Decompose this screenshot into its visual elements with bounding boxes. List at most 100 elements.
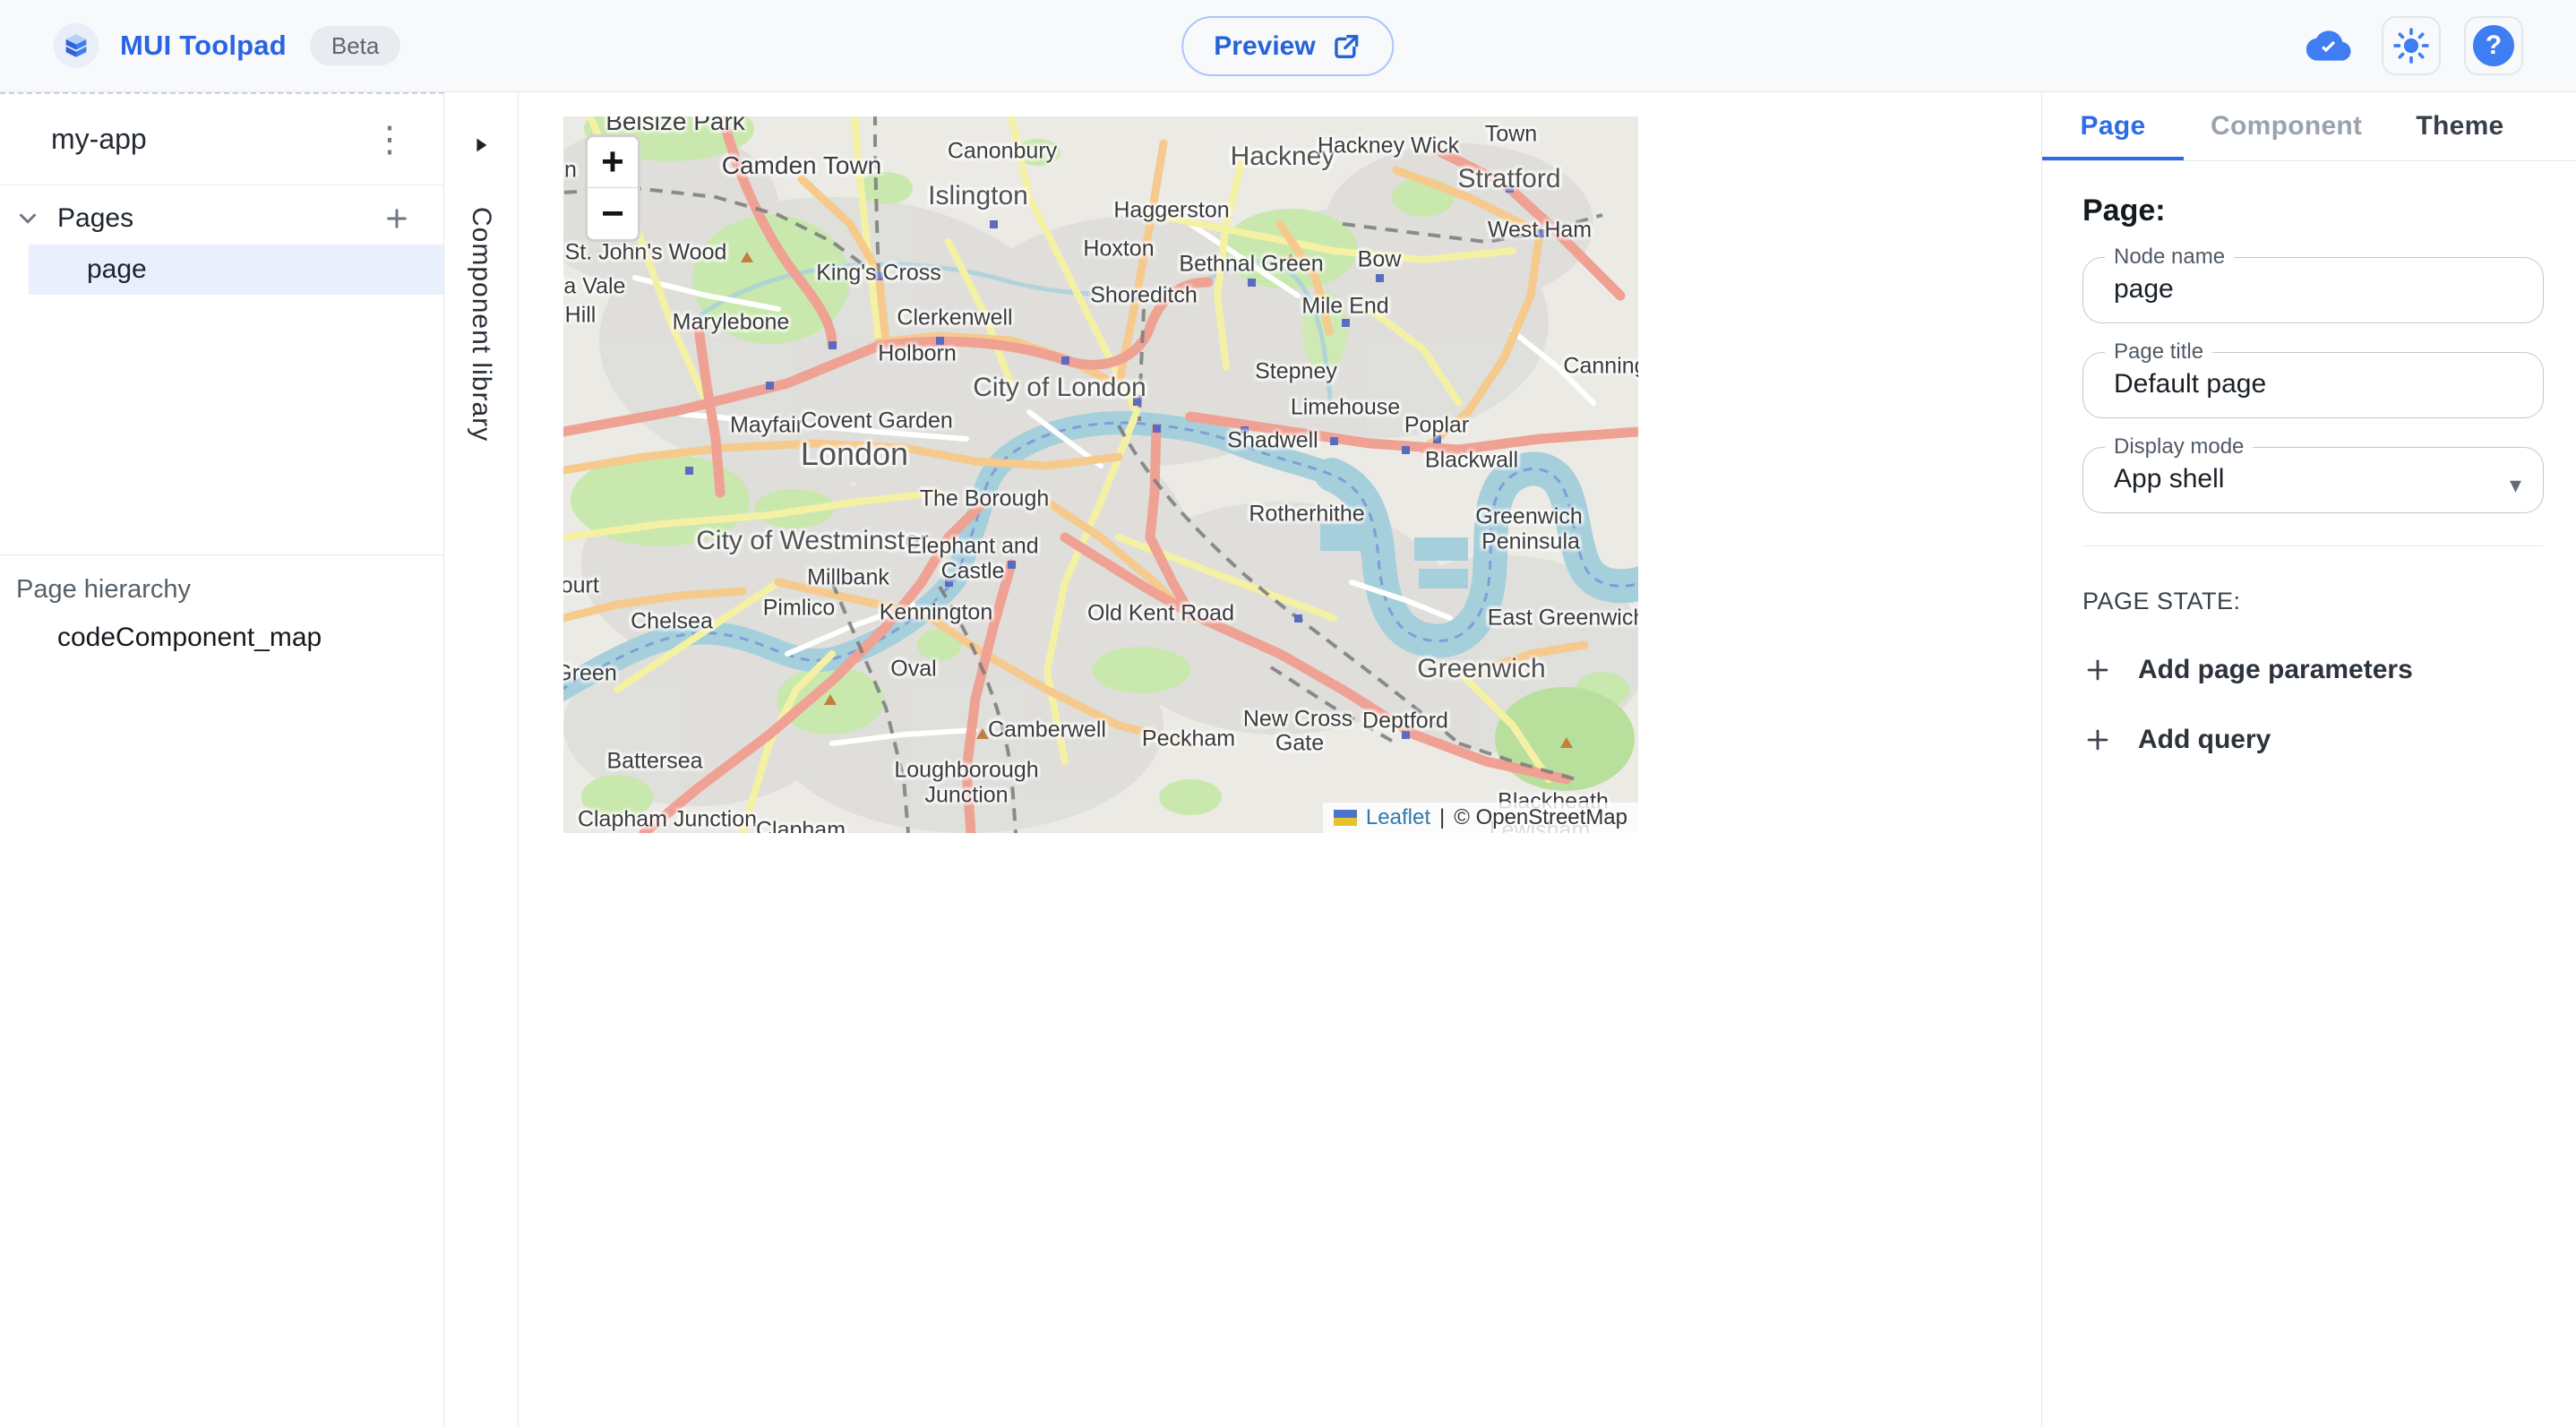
map-place-label: Castle [941,559,1005,585]
app-name-row: my-app ⋮ [0,94,443,185]
map-place-label: Clerkenwell [897,305,1012,331]
map-place-label: Islington [928,181,1028,211]
add-page-button[interactable] [382,204,411,233]
map-place-label: Bethnal Green [1179,252,1323,278]
map-place-label: City of London [973,373,1146,403]
plus-icon [382,204,411,233]
inspector-panel: Page Component Theme Page: Node name Pag… [2041,92,2576,1426]
app-title: MUI Toolpad [120,30,287,62]
map-place-label: Limehouse [1291,395,1400,421]
display-mode-select[interactable]: Display mode ▾ [2082,447,2544,513]
leaflet-link[interactable]: Leaflet [1366,805,1430,830]
chevron-down-icon: ▾ [2510,471,2521,499]
map-place-label: Loughborough [894,758,1038,784]
map-place-label: Greenwich [1475,504,1583,530]
map-place-label: The Borough [920,486,1050,512]
map-place-label: Chelsea [631,609,713,635]
add-query-label: Add query [2138,725,2271,755]
plus-icon [2082,725,2113,755]
add-page-parameters-button[interactable]: Add page parameters [2082,655,2413,685]
page-canvas: Belsize ParknCamden TownCanonburyIslingt… [519,92,2041,1426]
app-header: MUI Toolpad Beta Preview ? [0,0,2576,92]
map-place-label: Hackney Wick [1318,133,1459,159]
map-place-label: Marylebone [673,310,790,336]
expand-right-icon [471,135,491,155]
page-item-label: page [87,254,147,285]
page-hierarchy-title: Page hierarchy [0,575,443,605]
map-place-label: Belsize Park [605,116,745,136]
page-state-label: PAGE STATE: [2082,588,2544,615]
map-place-label: Canonbury [948,139,1057,165]
help-icon: ? [2473,25,2514,66]
node-name-label: Node name [2105,245,2234,270]
page-title-label: Page title [2105,339,2212,365]
inspector-tabs: Page Component Theme [2042,92,2576,161]
map-place-label: Blackwall [1425,448,1518,474]
map-place-label: Rotherhithe [1249,502,1364,528]
map-place-label: Camberwell [988,717,1106,743]
pages-section-label: Pages [57,203,133,234]
zoom-in-button[interactable]: + [588,137,638,188]
brand: MUI Toolpad Beta [0,23,400,68]
attribution-separator: | [1439,805,1445,830]
map-place-label: Stratford [1457,164,1560,194]
map-place-label: East Greenwich [1488,606,1638,631]
toolpad-logo-icon [54,23,99,68]
inspector-divider [2082,545,2544,546]
pages-header-row[interactable]: Pages [0,193,443,245]
osm-link[interactable]: © OpenStreetMap [1454,805,1627,830]
map-place-label: Gate [1275,731,1324,757]
map-place-label: Poplar [1404,413,1469,439]
app-explorer-panel: my-app ⋮ Pages page Page hierarchy [0,92,444,1426]
map-place-label: London [801,435,908,473]
map-place-label: Mile End [1301,294,1388,320]
map-place-label: Deptford [1362,709,1448,734]
help-button[interactable]: ? [2464,16,2523,75]
tab-theme[interactable]: Theme [2389,92,2530,160]
preview-button[interactable]: Preview [1181,16,1394,76]
cloud-saved-icon [2299,16,2358,75]
map-place-label: Millbank [807,565,889,591]
plus-icon [2082,655,2113,685]
zoom-out-button[interactable]: − [588,188,638,239]
map-labels: Belsize ParknCamden TownCanonburyIslingt… [563,116,1638,833]
component-library-toggle[interactable]: Component library [444,92,519,1426]
map-place-label: Elephant and [906,534,1038,560]
tab-page[interactable]: Page [2042,92,2184,160]
map-place-label: Stepney [1255,359,1337,385]
map-attribution: Leaflet | © OpenStreetMap [1323,803,1638,833]
component-library-label: Component library [466,207,496,442]
map-zoom-control: + − [585,134,640,242]
app-menu-button[interactable]: ⋮ [372,122,408,158]
page-hierarchy-section: Page hierarchy codeComponent_map [0,555,443,653]
map-place-label: Hill [565,303,597,329]
map-place-label: Battersea [606,749,702,775]
map-place-label: Greenwich [1417,654,1545,684]
hierarchy-item-code-component-map[interactable]: codeComponent_map [0,623,443,653]
node-name-field: Node name [2082,257,2544,323]
map-place-label: West Ham [1488,218,1592,244]
map-place-label: Clapham Junction [578,807,757,833]
ukraine-flag-icon [1334,810,1357,826]
sidebar-item-page[interactable]: page [29,245,443,295]
page-title-field: Page title [2082,352,2544,418]
map-place-label: Peckham [1142,726,1235,752]
map-place-label: Old Kent Road [1087,601,1234,627]
map-place-label: Clapham [756,818,846,834]
map-place-label: Oval [890,657,936,683]
map-place-label: Pimlico [763,596,836,622]
map-place-label: Hoxton [1083,236,1154,262]
theme-toggle-button[interactable] [2382,16,2441,75]
map-place-label: St. John's Wood [565,240,727,266]
tab-component[interactable]: Component [2184,92,2389,160]
leaflet-map[interactable]: Belsize ParknCamden TownCanonburyIslingt… [563,116,1638,833]
map-place-label: n [564,158,577,184]
chevron-down-icon [14,205,41,232]
map-place-label: court [563,573,599,599]
map-place-label: Shadwell [1227,428,1318,454]
map-place-label: Junction [924,783,1008,809]
add-query-button[interactable]: Add query [2082,725,2271,755]
map-place-label: Canning [1563,354,1638,380]
sun-icon [2391,26,2431,65]
map-place-label: Town [1485,122,1537,148]
